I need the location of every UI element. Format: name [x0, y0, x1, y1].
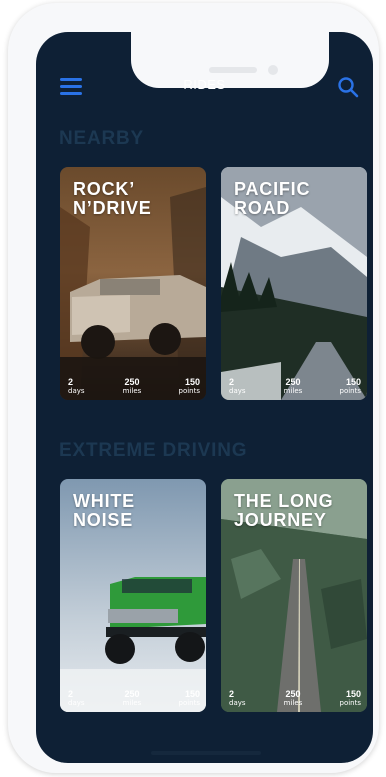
- page-title: RIDES: [183, 77, 226, 92]
- card-stats: 2 days 250 miles 150 points: [60, 684, 206, 708]
- stat-days: 2 days: [229, 377, 246, 395]
- app-screen: RIDES NEARBY ROCK’ N’DRIVE 2 days 250 mi…: [36, 32, 373, 763]
- card-title: WHITE NOISE: [73, 491, 135, 530]
- section-title-extreme-driving: EXTREME DRIVING: [59, 440, 248, 461]
- stat-miles: 250 miles: [283, 377, 303, 395]
- card-stats: 2 days 250 miles 150 points: [60, 372, 206, 396]
- stat-miles: 250 miles: [122, 377, 142, 395]
- ride-card-rock-n-drive[interactable]: ROCK’ N’DRIVE 2 days 250 miles 150 points: [60, 167, 206, 400]
- stat-points: 150 points: [339, 377, 362, 395]
- stat-days: 2 days: [68, 689, 85, 707]
- front-camera: [268, 65, 278, 75]
- stat-miles: 250 miles: [283, 689, 303, 707]
- stat-days: 2 days: [68, 377, 85, 395]
- stat-points: 150 points: [178, 377, 201, 395]
- section-title-nearby: NEARBY: [59, 128, 145, 149]
- card-title: ROCK’ N’DRIVE: [73, 179, 152, 218]
- card-stats: 2 days 250 miles 150 points: [221, 372, 367, 396]
- stat-days: 2 days: [229, 689, 246, 707]
- search-icon[interactable]: [337, 76, 359, 98]
- phone-frame: RIDES NEARBY ROCK’ N’DRIVE 2 days 250 mi…: [8, 3, 379, 773]
- ride-card-the-long-journey[interactable]: THE LONG JOURNEY 2 days 250 miles 150 point…: [221, 479, 367, 712]
- stat-points: 150 points: [339, 689, 362, 707]
- ride-card-white-noise[interactable]: WHITE NOISE 2 days 250 miles 150 points: [60, 479, 206, 712]
- speaker-grille: [209, 67, 257, 73]
- stat-points: 150 points: [178, 689, 201, 707]
- ride-card-pacific-road[interactable]: PACIFIC ROAD 2 days 250 miles 150 points: [221, 167, 367, 400]
- stat-miles: 250 miles: [122, 689, 142, 707]
- card-stats: 2 days 250 miles 150 points: [221, 684, 367, 708]
- card-title: PACIFIC ROAD: [234, 179, 311, 218]
- home-indicator[interactable]: [151, 751, 261, 755]
- card-title: THE LONG JOURNEY: [234, 491, 334, 530]
